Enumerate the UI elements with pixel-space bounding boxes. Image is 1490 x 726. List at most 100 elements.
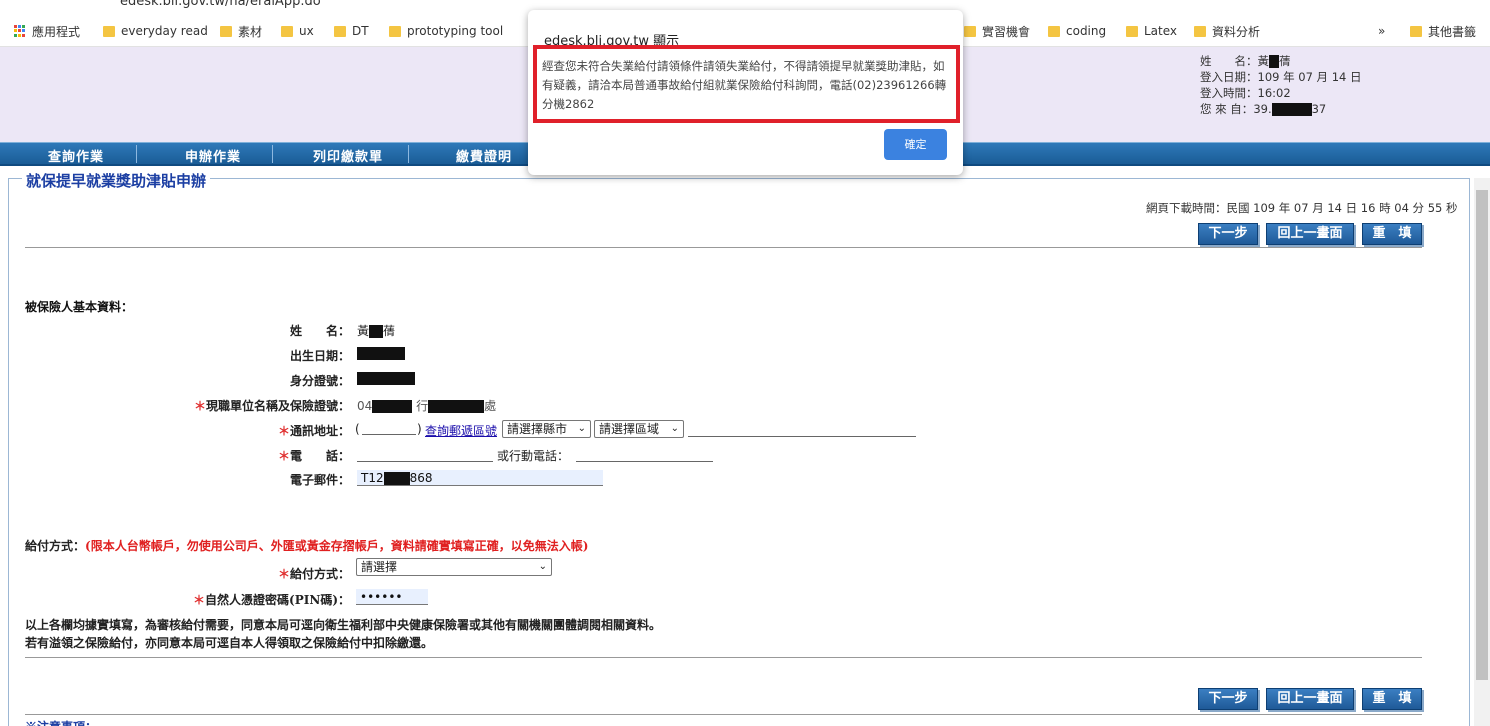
bookmark-dt[interactable]: DT xyxy=(334,23,369,39)
redaction xyxy=(369,325,384,338)
id-redacted xyxy=(357,372,415,385)
back-button[interactable]: 回上一畫面 xyxy=(1266,223,1354,245)
id-label: 身分證號： xyxy=(289,374,350,388)
bookmark-latex[interactable]: Latex xyxy=(1126,23,1177,39)
page-title: 就保提早就業獎助津貼申辦 xyxy=(22,170,211,191)
bookmark-label: 素材 xyxy=(238,24,263,39)
employer-label-text: 現職單位名稱及保險證號： xyxy=(205,399,350,413)
name-suffix: 蒨 xyxy=(383,324,396,338)
address-input[interactable] xyxy=(688,423,916,437)
redaction xyxy=(1271,103,1312,116)
user-name-suffix: 蒨 xyxy=(1279,54,1291,68)
nav-divider xyxy=(272,145,273,163)
login-time: 16:02 xyxy=(1257,86,1291,100)
name-text: 黃 xyxy=(357,324,370,338)
payment-method-label: ＊給付方式： xyxy=(200,565,350,582)
required-marker: ＊ xyxy=(193,593,206,607)
phone-input[interactable] xyxy=(357,448,493,462)
payment-method-label-text: 給付方式： xyxy=(289,567,350,581)
nav-divider xyxy=(408,145,409,163)
bookmark-data-analysis[interactable]: 資料分析 xyxy=(1194,23,1260,39)
employer-prefix: 04 xyxy=(357,399,373,413)
payment-method-value: 請選擇 xyxy=(361,560,398,574)
bookmark-label: coding xyxy=(1066,24,1107,38)
redaction xyxy=(1269,55,1279,68)
reset-button-bottom[interactable]: 重 填 xyxy=(1362,688,1422,710)
payment-section-label: 給付方式： xyxy=(25,539,86,553)
ip-prefix: 39. xyxy=(1253,102,1272,116)
zip-lookup-link[interactable]: 查詢郵遞區號 xyxy=(425,422,497,439)
zip-open: ( xyxy=(355,422,360,436)
folder-icon xyxy=(1126,25,1138,37)
bookmark-internship[interactable]: 實習機會 xyxy=(964,23,1030,39)
nav-print-bill[interactable]: 列印繳款單 xyxy=(313,146,383,165)
birth-label: 出生日期： xyxy=(289,349,350,363)
mobile-input[interactable] xyxy=(576,448,713,462)
phone-label: ＊電 話： xyxy=(200,447,350,464)
bookmark-label: 應用程式 xyxy=(32,24,81,39)
birth-redacted xyxy=(357,347,405,360)
download-time: 網頁下載時間：民國 109 年 07 月 14 日 16 時 04 分 55 秒 xyxy=(1146,201,1458,215)
required-marker: ＊ xyxy=(193,399,206,413)
bookmark-sucai[interactable]: 素材 xyxy=(220,23,262,39)
message-highlight-box xyxy=(533,45,960,123)
zip-input[interactable] xyxy=(362,421,416,435)
phone-label-text: 電 話： xyxy=(289,449,350,463)
folder-icon xyxy=(1194,25,1206,37)
chevron-down-icon: ⌄ xyxy=(538,561,547,572)
user-name: 黃 xyxy=(1257,54,1270,68)
divider xyxy=(25,247,1422,248)
employer-mid: 行 xyxy=(416,399,429,413)
next-button-bottom[interactable]: 下一步 xyxy=(1198,688,1258,710)
bookmark-coding[interactable]: coding xyxy=(1048,23,1106,39)
apps-grid-icon xyxy=(14,25,26,37)
email-label: 電子郵件： xyxy=(289,473,350,487)
pin-label: ＊自然人憑證密碼(PIN碼)： xyxy=(150,591,350,608)
redaction xyxy=(428,400,485,413)
pin-input[interactable]: •••••• xyxy=(356,589,428,605)
folder-icon xyxy=(964,25,976,37)
folder-icon xyxy=(389,25,401,37)
divider xyxy=(25,657,1422,658)
user-name-label: 姓 名： xyxy=(1200,54,1258,68)
bookmark-other[interactable]: 其他書籤 xyxy=(1410,23,1476,39)
folder-icon xyxy=(1410,25,1422,37)
bookmark-label: prototyping tool xyxy=(407,24,504,38)
nav-payment-proof[interactable]: 繳費證明 xyxy=(456,146,512,165)
bookmark-prototyping-tool[interactable]: prototyping tool xyxy=(389,23,503,39)
address-label: ＊通訊地址： xyxy=(200,422,350,439)
email-field[interactable]: T12 868 xyxy=(357,470,603,486)
login-date-label: 登入日期： xyxy=(1200,70,1258,84)
name-label: 姓 名： xyxy=(289,324,350,338)
city-select[interactable]: 請選擇縣市 ⌄ xyxy=(502,420,591,438)
mobile-label: 或行動電話： xyxy=(497,449,570,463)
name-value: 黃蒨 xyxy=(357,322,395,339)
folder-icon xyxy=(334,25,346,37)
consent-note-2: 若有溢領之保險給付，亦同意本局可逕自本人得領取之保險給付中扣除繳還。 xyxy=(25,636,434,650)
payment-section: 給付方式：(限本人台幣帳戶，勿使用公司戶、外匯或黃金存摺帳戶，資料請確實填寫正確… xyxy=(25,537,588,554)
ok-button[interactable]: 確定 xyxy=(884,129,947,160)
back-button-bottom[interactable]: 回上一畫面 xyxy=(1266,688,1354,710)
ip-label: 您 來 自： xyxy=(1200,102,1254,116)
notice-heading: ※注意事項： xyxy=(25,718,97,726)
bookmark-everyday-read[interactable]: everyday read xyxy=(103,23,208,39)
nav-apply[interactable]: 申辦作業 xyxy=(185,146,241,165)
pin-label-text: 自然人憑證密碼(PIN碼)： xyxy=(205,593,350,607)
section-basic-info: 被保險人基本資料： xyxy=(25,300,134,314)
bookmarks-overflow-button[interactable]: » xyxy=(1378,23,1385,39)
payment-method-select[interactable]: 請選擇 ⌄ xyxy=(356,558,552,576)
next-button[interactable]: 下一步 xyxy=(1198,223,1258,245)
bookmark-ux[interactable]: ux xyxy=(281,23,314,39)
required-marker: ＊ xyxy=(277,449,290,463)
nav-query[interactable]: 查詢作業 xyxy=(48,146,104,165)
district-select[interactable]: 請選擇區域 ⌄ xyxy=(594,420,684,438)
reset-button[interactable]: 重 填 xyxy=(1362,223,1422,245)
user-info: 姓 名：黃蒨 登入日期：109 年 07 月 14 日 登入時間：16:02 您… xyxy=(1200,53,1362,117)
bookmark-apps[interactable]: 應用程式 xyxy=(14,23,80,39)
url-text[interactable]: edesk.bli.gov.tw/na/eraiApp.do xyxy=(120,0,321,9)
scroll-thumb[interactable] xyxy=(1476,190,1488,680)
bookmark-label: 資料分析 xyxy=(1212,24,1261,39)
employer-suffix: 處 xyxy=(484,399,497,413)
chevron-down-icon: ⌄ xyxy=(577,423,586,434)
employer-label: ＊現職單位名稱及保險證號： xyxy=(100,397,350,414)
